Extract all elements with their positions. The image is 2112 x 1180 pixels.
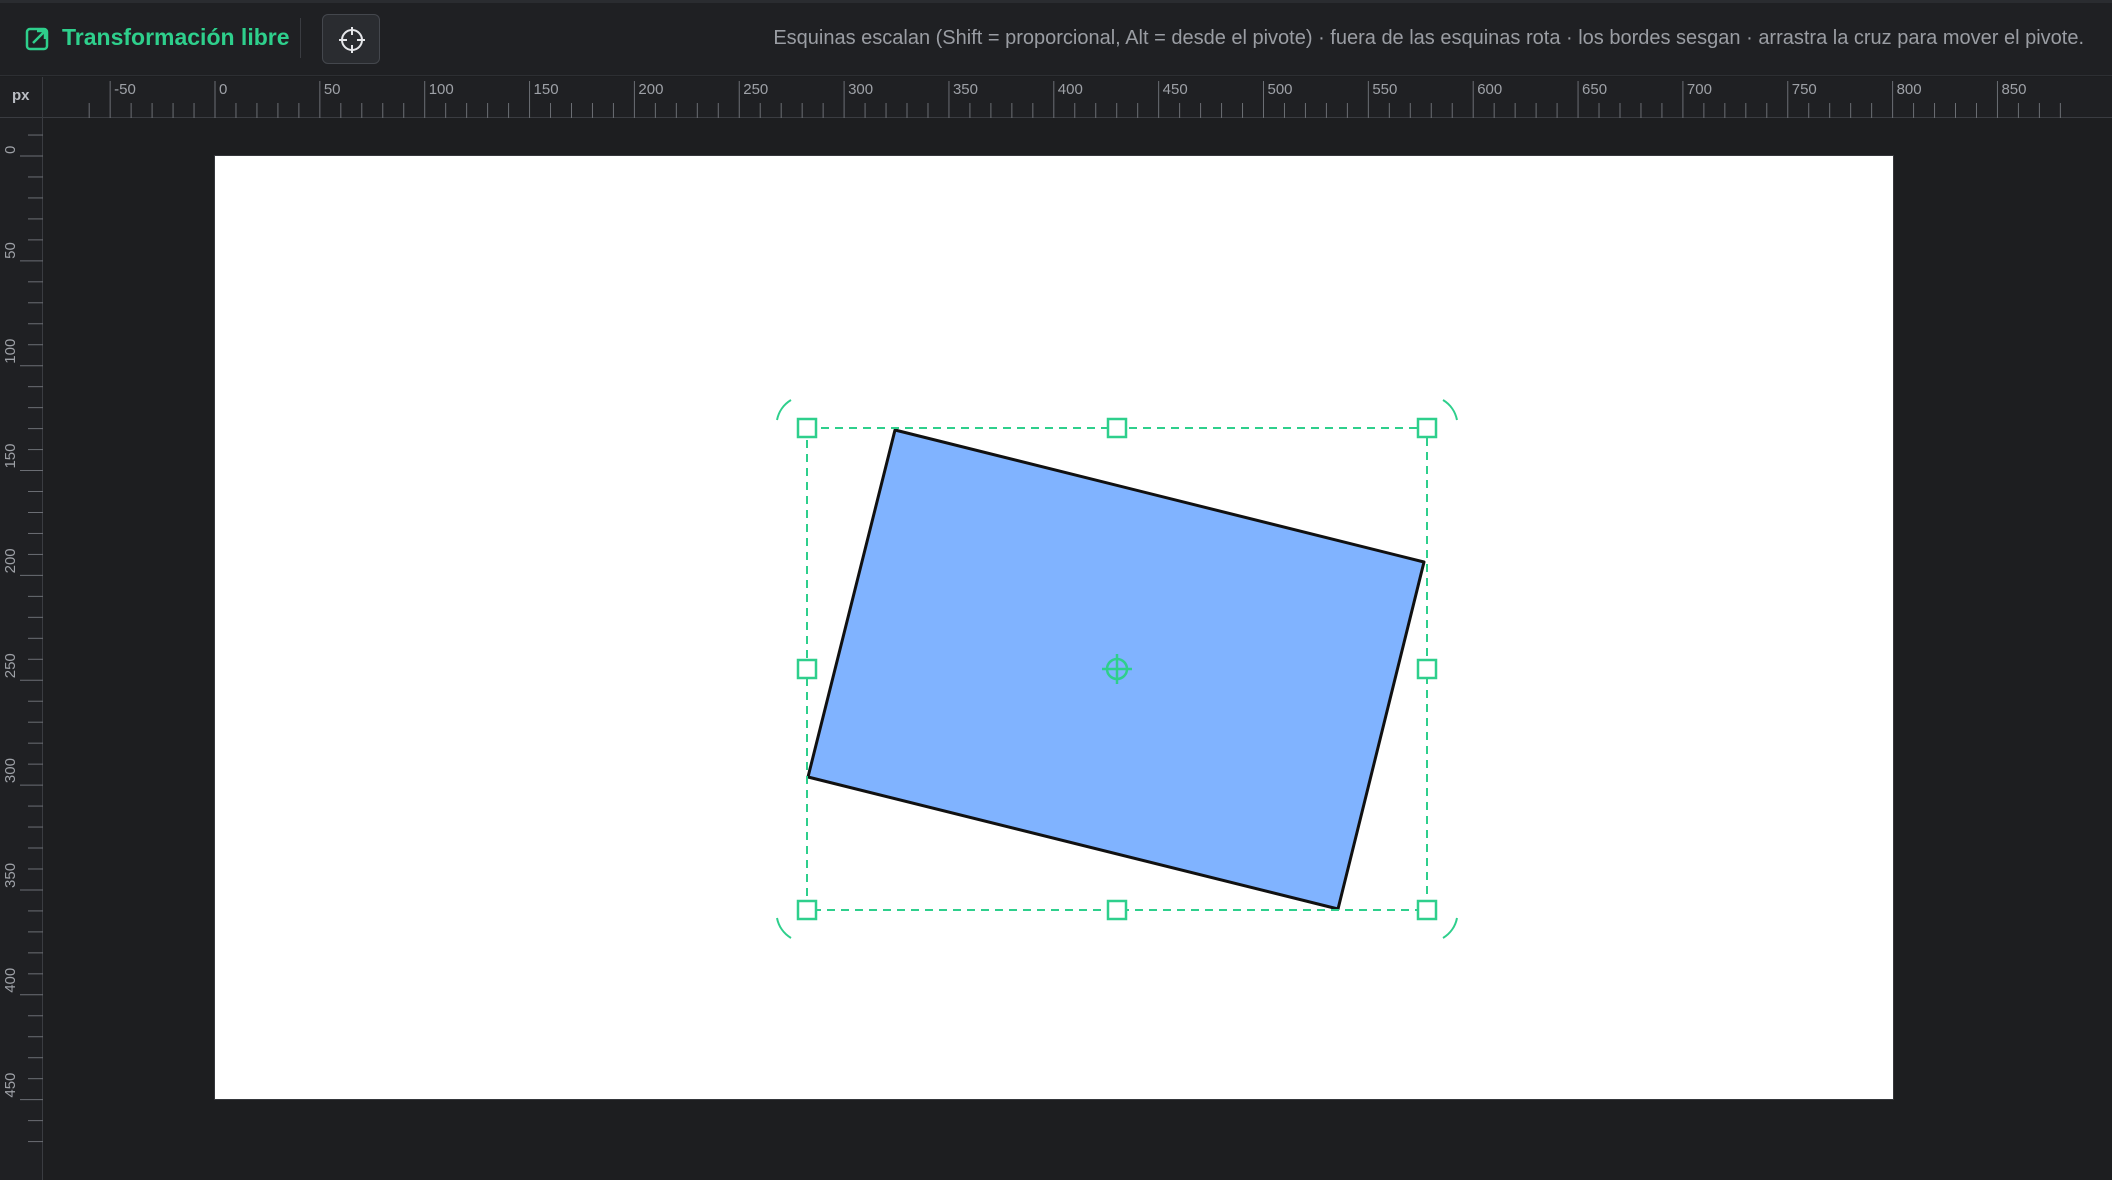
ruler-label: 250 bbox=[743, 81, 768, 98]
ruler-label: 550 bbox=[1372, 81, 1397, 98]
ruler-label: 650 bbox=[1582, 81, 1607, 98]
handle-top-right[interactable] bbox=[1416, 417, 1438, 439]
handle-top-center[interactable] bbox=[1106, 417, 1128, 439]
ruler-label: 200 bbox=[638, 81, 663, 98]
ruler-label: 800 bbox=[1897, 81, 1922, 98]
ruler-label: 350 bbox=[2, 863, 19, 888]
ruler-label: 100 bbox=[2, 339, 19, 364]
ruler-label: -50 bbox=[114, 81, 136, 98]
hint-text: Esquinas escalan (Shift = proporcional, … bbox=[773, 27, 2084, 49]
ruler-label: 400 bbox=[1058, 81, 1083, 98]
ruler-label: 600 bbox=[1477, 81, 1502, 98]
tool-title: Transformación libre bbox=[62, 24, 290, 50]
handle-middle-left[interactable] bbox=[796, 658, 818, 680]
handle-middle-right[interactable] bbox=[1416, 658, 1438, 680]
ruler-label: 50 bbox=[324, 81, 341, 98]
handle-bottom-left[interactable] bbox=[796, 899, 818, 921]
toolbar-divider bbox=[300, 18, 301, 58]
ruler-label: 50 bbox=[2, 242, 19, 259]
ruler-label: 300 bbox=[2, 758, 19, 783]
ruler-label: 450 bbox=[2, 1073, 19, 1098]
ruler-label: 700 bbox=[1687, 81, 1712, 98]
ruler-label: 150 bbox=[534, 81, 559, 98]
ruler-label: 850 bbox=[2001, 81, 2026, 98]
transform-arrow-icon bbox=[24, 26, 50, 52]
handle-bottom-center[interactable] bbox=[1106, 899, 1128, 921]
handle-bottom-right[interactable] bbox=[1416, 899, 1438, 921]
ruler-label: 350 bbox=[953, 81, 978, 98]
ruler-label: 250 bbox=[2, 653, 19, 678]
horizontal-ruler[interactable]: -50 0 50 100 150 200 250 300 350 400 450 500 550 600 6… bbox=[43, 77, 2112, 118]
vertical-ruler[interactable]: 0 50 100 150 200 250 300 350 400 450 bbox=[0, 118, 43, 1180]
handle-top-left[interactable] bbox=[796, 417, 818, 439]
pivot-button[interactable] bbox=[322, 14, 380, 64]
ruler-label: 750 bbox=[1792, 81, 1817, 98]
ruler-unit-label: px bbox=[12, 87, 30, 104]
ruler-label: 0 bbox=[2, 146, 19, 154]
ruler-label: 150 bbox=[2, 444, 19, 469]
ruler-label: 300 bbox=[848, 81, 873, 98]
ruler-label: 400 bbox=[2, 968, 19, 993]
toolbar: Transformación libre Esquinas escalan (S… bbox=[0, 0, 2112, 76]
ruler-label: 500 bbox=[1268, 81, 1293, 98]
ruler-label: 200 bbox=[2, 548, 19, 573]
ruler-label: 100 bbox=[429, 81, 454, 98]
ruler-label: 0 bbox=[219, 81, 227, 98]
ruler-label: 450 bbox=[1163, 81, 1188, 98]
ruler-corner: px bbox=[0, 77, 43, 118]
